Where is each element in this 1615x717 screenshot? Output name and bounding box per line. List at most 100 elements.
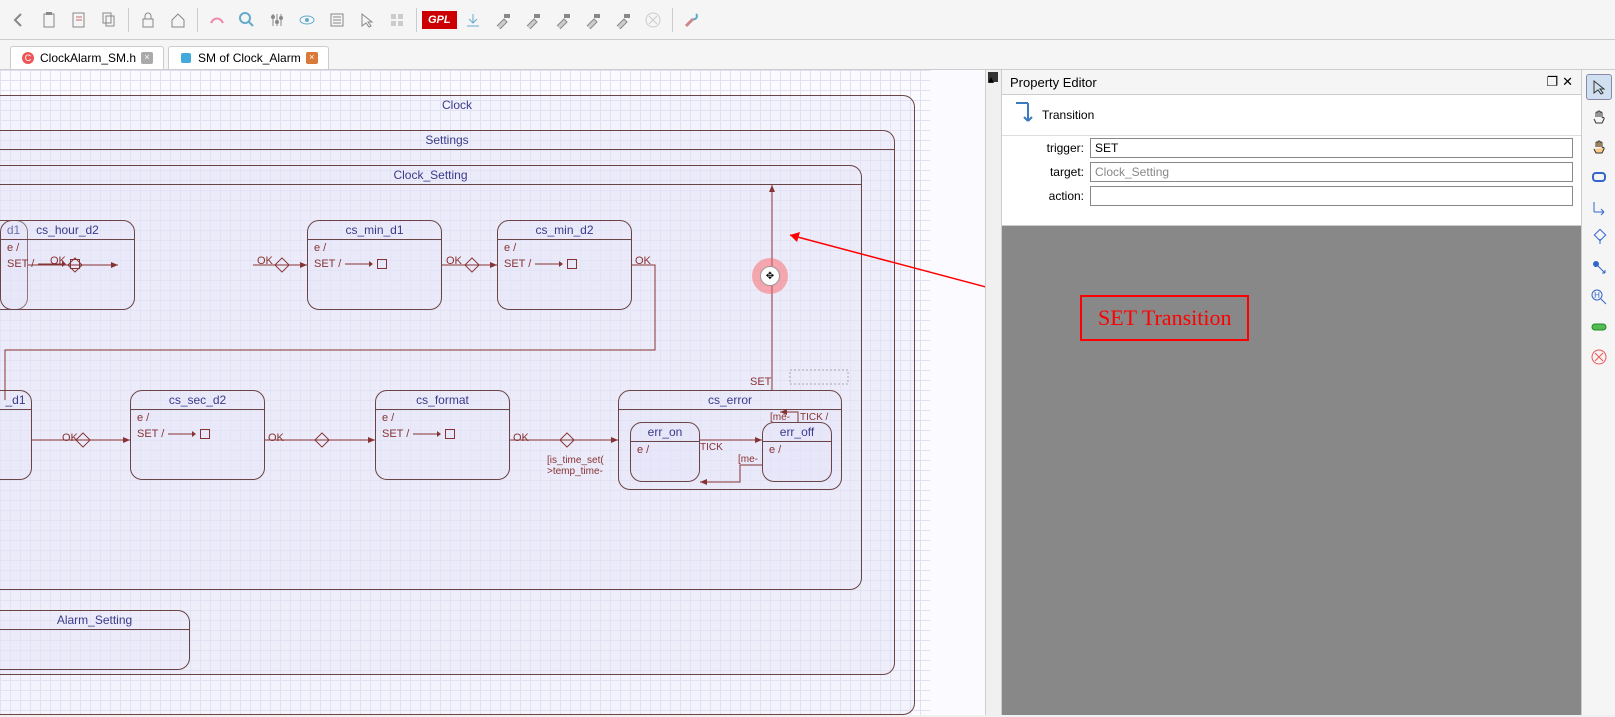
sliders-icon[interactable] bbox=[263, 6, 291, 34]
ok-label: OK bbox=[513, 432, 529, 444]
hammer-icon[interactable] bbox=[609, 6, 637, 34]
tab-header-file[interactable]: C ClockAlarm_SM.h × bbox=[10, 46, 164, 69]
close-icon[interactable]: × bbox=[306, 52, 318, 64]
restore-icon[interactable]: ❐ bbox=[1546, 74, 1558, 90]
state-title: err_on bbox=[631, 423, 699, 442]
ok-label: OK bbox=[50, 255, 66, 267]
search-icon[interactable] bbox=[233, 6, 261, 34]
close-icon[interactable]: × bbox=[141, 52, 153, 64]
choice-tool-icon[interactable] bbox=[1586, 224, 1612, 250]
tick-label: TICK / bbox=[800, 412, 828, 423]
panel-title: Property Editor bbox=[1010, 75, 1097, 90]
state-title: cs_min_d1 bbox=[308, 221, 441, 240]
c-file-icon: C bbox=[21, 51, 35, 65]
transition-handle[interactable]: ✥ bbox=[752, 258, 788, 294]
doc-icon[interactable] bbox=[65, 6, 93, 34]
ok-label: OK bbox=[635, 255, 651, 267]
ok-label: OK bbox=[446, 255, 462, 267]
state-cs-min-d2[interactable]: cs_min_d2 e / SET / bbox=[497, 220, 632, 310]
transition-tool-icon[interactable] bbox=[1586, 194, 1612, 220]
tab-bar: C ClockAlarm_SM.h × SM of Clock_Alarm × bbox=[0, 40, 1615, 70]
text-area[interactable] bbox=[1002, 208, 1581, 226]
separator bbox=[672, 8, 673, 32]
action-label: action: bbox=[1010, 189, 1090, 203]
target-label: target: bbox=[1010, 165, 1090, 179]
state-title: cs_error bbox=[619, 391, 841, 410]
tick-label: TICK bbox=[700, 442, 723, 453]
link-tool-icon[interactable] bbox=[1586, 314, 1612, 340]
history-tool-icon[interactable]: H bbox=[1586, 284, 1612, 310]
right-toolbox: H bbox=[1581, 70, 1615, 715]
lock-icon[interactable] bbox=[134, 6, 162, 34]
internal-set: SET / bbox=[308, 256, 441, 272]
wrench-hammer-icon[interactable] bbox=[678, 6, 706, 34]
internal-set: SET / bbox=[131, 426, 264, 442]
type-label: Transition bbox=[1042, 108, 1094, 122]
state-title: _d1 bbox=[0, 391, 31, 410]
close-icon[interactable]: ✕ bbox=[1562, 74, 1573, 90]
tab-state-machine[interactable]: SM of Clock_Alarm × bbox=[168, 46, 329, 69]
property-editor-panel: Property Editor ❐ ✕ Transition trigger: … bbox=[1001, 70, 1581, 715]
state-e-d1[interactable]: _d1 bbox=[0, 390, 32, 480]
copy-icon[interactable] bbox=[95, 6, 123, 34]
tab-label: SM of Clock_Alarm bbox=[198, 51, 301, 65]
list-icon[interactable] bbox=[323, 6, 351, 34]
state-title: cs_min_d2 bbox=[498, 221, 631, 240]
transition-icon bbox=[1010, 101, 1034, 129]
svg-text:C: C bbox=[25, 53, 32, 63]
state-title: cs_hour_d2 bbox=[1, 221, 134, 240]
action-input[interactable] bbox=[1090, 186, 1573, 206]
state-alarm-setting[interactable]: Alarm_Setting bbox=[0, 610, 190, 670]
grab-tool-icon[interactable] bbox=[1586, 134, 1612, 160]
state-title: cs_format bbox=[376, 391, 509, 410]
separator bbox=[416, 8, 417, 32]
trigger-label: trigger: bbox=[1010, 141, 1090, 155]
entry-action: e / bbox=[631, 442, 699, 458]
hammer-icon[interactable] bbox=[579, 6, 607, 34]
entry-action: e / bbox=[763, 442, 831, 458]
state-title: Clock_Setting bbox=[0, 166, 861, 185]
cursor-icon[interactable] bbox=[353, 6, 381, 34]
delete-tool-icon[interactable] bbox=[1586, 344, 1612, 370]
home-icon[interactable] bbox=[164, 6, 192, 34]
state-cs-min-d1[interactable]: cs_min_d1 e / SET / bbox=[307, 220, 442, 310]
hand-tool-icon[interactable] bbox=[1586, 104, 1612, 130]
entry-action: e / bbox=[131, 410, 264, 426]
trigger-input[interactable] bbox=[1090, 138, 1573, 158]
diagram-canvas[interactable]: Clock Settings Clock_Setting Alarm_Setti… bbox=[0, 70, 1001, 715]
me-label: [me- bbox=[738, 454, 758, 465]
target-input[interactable] bbox=[1090, 162, 1573, 182]
ok-label: OK bbox=[268, 432, 284, 444]
ok-label: OK bbox=[62, 432, 78, 444]
sm-file-icon bbox=[179, 51, 193, 65]
state-title: cs_sec_d2 bbox=[131, 391, 264, 410]
state-cs-sec-d2[interactable]: cs_sec_d2 e / SET / bbox=[130, 390, 265, 480]
back-icon[interactable] bbox=[5, 6, 33, 34]
vertical-scrollbar[interactable]: ▴ bbox=[985, 70, 1001, 715]
drag-icon[interactable] bbox=[203, 6, 231, 34]
state-cs-format[interactable]: cs_format e / SET / bbox=[375, 390, 510, 480]
eye-icon[interactable] bbox=[293, 6, 321, 34]
initial-tool-icon[interactable] bbox=[1586, 254, 1612, 280]
download-icon[interactable] bbox=[459, 6, 487, 34]
entry-action: e / bbox=[308, 240, 441, 256]
me-label: [me- bbox=[770, 412, 790, 423]
gpl-badge: GPL bbox=[422, 11, 457, 29]
state-err-on[interactable]: err_on e / bbox=[630, 422, 700, 482]
hammer-icon[interactable] bbox=[549, 6, 577, 34]
state-err-off[interactable]: err_off e / bbox=[762, 422, 832, 482]
grid-icon[interactable] bbox=[383, 6, 411, 34]
state-cs-hour-d2[interactable]: cs_hour_d2 e / SET / bbox=[0, 220, 135, 310]
paste-icon[interactable] bbox=[35, 6, 63, 34]
state-tool-icon[interactable] bbox=[1586, 164, 1612, 190]
tab-label: ClockAlarm_SM.h bbox=[40, 51, 136, 65]
cursor-tool-icon[interactable] bbox=[1586, 74, 1612, 100]
entry-action: e / bbox=[498, 240, 631, 256]
state-title: Settings bbox=[0, 131, 894, 150]
scroll-up-icon[interactable]: ▴ bbox=[988, 72, 998, 82]
hammer-icon[interactable] bbox=[489, 6, 517, 34]
set-label: SET bbox=[750, 376, 771, 388]
hammer-icon[interactable] bbox=[519, 6, 547, 34]
internal-set: SET / bbox=[376, 426, 509, 442]
stop-icon[interactable] bbox=[639, 6, 667, 34]
